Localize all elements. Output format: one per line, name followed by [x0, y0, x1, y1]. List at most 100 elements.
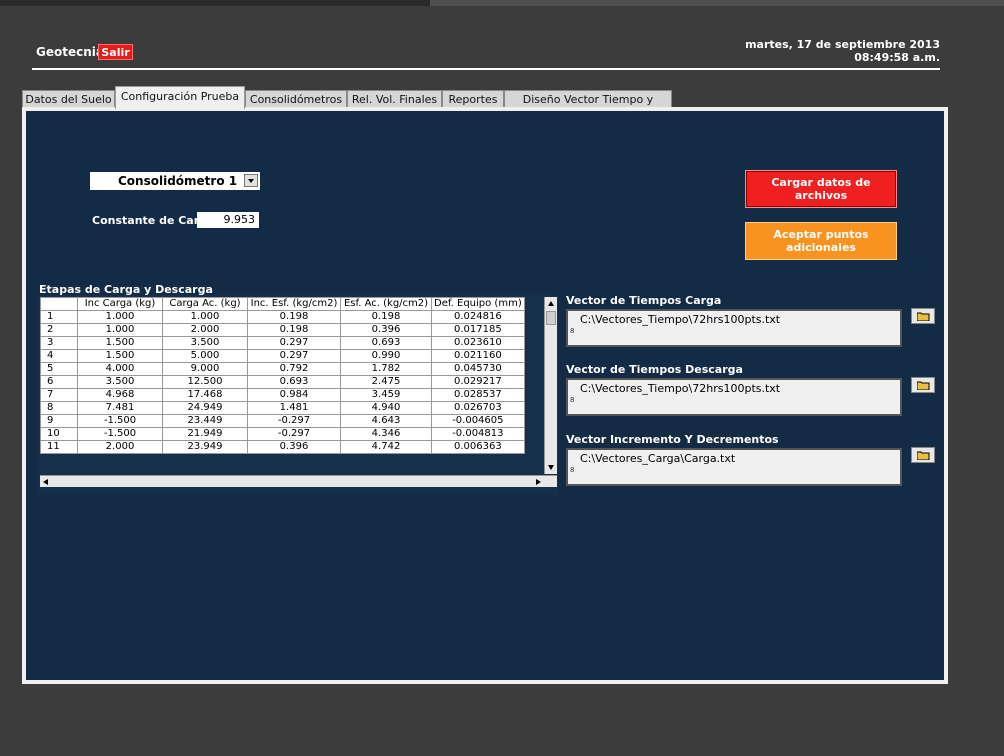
tab-configuracion-prueba[interactable]: Configuración Prueba: [115, 86, 245, 109]
exit-button[interactable]: Salir: [98, 44, 133, 60]
app-title: Geotecnia: [36, 45, 104, 59]
scroll-up-icon[interactable]: [548, 301, 554, 306]
table-cell[interactable]: 0.026703: [431, 401, 525, 415]
table-cell[interactable]: 3.459: [340, 388, 432, 402]
table-row[interactable]: 2 1.000 2.000 0.198 0.396 0.017185: [40, 323, 525, 337]
browse-button-tiempos-carga[interactable]: [911, 308, 935, 324]
table-cell[interactable]: 3.500: [162, 336, 248, 350]
table-cell[interactable]: 2.475: [340, 375, 432, 389]
table-cell[interactable]: 0.693: [340, 336, 432, 350]
table-cell[interactable]: 0.021160: [431, 349, 525, 363]
table-cell[interactable]: 0.024816: [431, 310, 525, 324]
scroll-thumb[interactable]: [546, 311, 556, 325]
table-cell[interactable]: 1.500: [77, 336, 163, 350]
tab-diseno-vector[interactable]: Diseño Vector Tiempo y Carga: [504, 90, 672, 124]
table-cell[interactable]: 24.949: [162, 401, 248, 415]
table-cell[interactable]: 0.045730: [431, 362, 525, 376]
table-cell[interactable]: 2.000: [162, 323, 248, 337]
table-cell[interactable]: 4.968: [77, 388, 163, 402]
folder-icon: [917, 381, 930, 390]
accept-points-button[interactable]: Aceptar puntos adicionales: [745, 222, 897, 260]
table-cell[interactable]: 2.000: [77, 440, 163, 454]
table-cell[interactable]: 1.500: [77, 349, 163, 363]
row-index-cell: 4: [40, 349, 78, 363]
load-files-button[interactable]: Cargar datos de archivos: [745, 170, 897, 208]
table-cell[interactable]: 0.198: [247, 310, 341, 324]
table-cell[interactable]: 4.000: [77, 362, 163, 376]
tab-consolidometros[interactable]: Consolidómetros: [245, 90, 347, 108]
table-cell[interactable]: 0.984: [247, 388, 341, 402]
table-cell[interactable]: 0.792: [247, 362, 341, 376]
table-cell[interactable]: -0.004605: [431, 414, 525, 428]
table-row[interactable]: 4 1.500 5.000 0.297 0.990 0.021160: [40, 349, 525, 363]
table-cell[interactable]: 0.990: [340, 349, 432, 363]
scroll-right-icon[interactable]: [536, 479, 541, 485]
table-row[interactable]: 1 1.000 1.000 0.198 0.198 0.024816: [40, 310, 525, 324]
table-cell[interactable]: 3.500: [77, 375, 163, 389]
table-cell[interactable]: 0.198: [247, 323, 341, 337]
table-row[interactable]: 3 1.500 3.500 0.297 0.693 0.023610: [40, 336, 525, 350]
path-field-tiempos-carga[interactable]: 8 C:\Vectores_Tiempo\72hrs100pts.txt: [566, 309, 902, 347]
table-cell[interactable]: 5.000: [162, 349, 248, 363]
table-cell[interactable]: 1.481: [247, 401, 341, 415]
table-cell[interactable]: 1.000: [77, 310, 163, 324]
browse-button-tiempos-descarga[interactable]: [911, 377, 935, 393]
table-cell[interactable]: -0.004813: [431, 427, 525, 441]
table-cell[interactable]: 0.017185: [431, 323, 525, 337]
table-row[interactable]: 5 4.000 9.000 0.792 1.782 0.045730: [40, 362, 525, 376]
path-field-incremento[interactable]: 8 C:\Vectores_Carga\Carga.txt: [566, 448, 902, 486]
table-cell[interactable]: 21.949: [162, 427, 248, 441]
scroll-down-icon[interactable]: [548, 465, 554, 470]
table-cell[interactable]: 4.346: [340, 427, 432, 441]
tab-reportes[interactable]: Reportes: [442, 90, 504, 108]
table-cell[interactable]: 23.949: [162, 440, 248, 454]
table-cell[interactable]: 23.449: [162, 414, 248, 428]
table-cell[interactable]: 17.468: [162, 388, 248, 402]
table-cell[interactable]: -0.297: [247, 414, 341, 428]
table-cell[interactable]: 9.000: [162, 362, 248, 376]
table-row[interactable]: 8 7.481 24.949 1.481 4.940 0.026703: [40, 401, 525, 415]
table-cell[interactable]: 7.481: [77, 401, 163, 415]
tab-rel-vol-finales[interactable]: Rel. Vol. Finales: [347, 90, 442, 108]
table-row[interactable]: 6 3.500 12.500 0.693 2.475 0.029217: [40, 375, 525, 389]
table-cell[interactable]: 0.297: [247, 349, 341, 363]
table-cell[interactable]: 0.028537: [431, 388, 525, 402]
table-cell[interactable]: 0.396: [340, 323, 432, 337]
top-strip: [0, 0, 1004, 6]
path-field-tiempos-descarga[interactable]: 8 C:\Vectores_Tiempo\72hrs100pts.txt: [566, 378, 902, 416]
table-cell[interactable]: 4.940: [340, 401, 432, 415]
path-field-tag: 8: [570, 396, 575, 404]
table-cell[interactable]: 12.500: [162, 375, 248, 389]
table-cell[interactable]: 0.297: [247, 336, 341, 350]
load-constant-input[interactable]: 9.953: [197, 212, 259, 228]
table-cell[interactable]: 4.742: [340, 440, 432, 454]
table-horizontal-scrollbar[interactable]: [40, 475, 557, 487]
load-stages-table: Inc Carga (kg) Carga Ac. (kg) Inc. Esf. …: [38, 295, 558, 495]
table-cell[interactable]: 0.396: [247, 440, 341, 454]
table-row[interactable]: 10 -1.500 21.949 -0.297 4.346 -0.004813: [40, 427, 525, 441]
table-row[interactable]: 7 4.968 17.468 0.984 3.459 0.028537: [40, 388, 525, 402]
browse-button-incremento[interactable]: [911, 447, 935, 463]
table-row[interactable]: 9 -1.500 23.449 -0.297 4.643 -0.004605: [40, 414, 525, 428]
table-cell[interactable]: 0.006363: [431, 440, 525, 454]
table-cell[interactable]: 0.693: [247, 375, 341, 389]
consolidometer-select[interactable]: Consolidómetro 1: [90, 172, 260, 190]
table-row[interactable]: 11 2.000 23.949 0.396 4.742 0.006363: [40, 440, 525, 454]
row-index-cell: 3: [40, 336, 78, 350]
scroll-left-icon[interactable]: [43, 479, 48, 485]
chevron-down-icon[interactable]: [244, 174, 258, 187]
datetime: martes, 17 de septiembre 2013 08:49:58 a…: [745, 38, 940, 64]
table-cell[interactable]: 4.643: [340, 414, 432, 428]
table-cell[interactable]: 0.023610: [431, 336, 525, 350]
table-vertical-scrollbar[interactable]: [544, 297, 557, 474]
table-cell[interactable]: 0.029217: [431, 375, 525, 389]
table-cell[interactable]: -1.500: [77, 427, 163, 441]
table-cell[interactable]: 1.000: [162, 310, 248, 324]
row-index-cell: 10: [40, 427, 78, 441]
table-cell[interactable]: -0.297: [247, 427, 341, 441]
table-cell[interactable]: 1.782: [340, 362, 432, 376]
table-cell[interactable]: 1.000: [77, 323, 163, 337]
table-cell[interactable]: -1.500: [77, 414, 163, 428]
tab-datos-del-suelo[interactable]: Datos del Suelo: [22, 90, 115, 108]
table-cell[interactable]: 0.198: [340, 310, 432, 324]
